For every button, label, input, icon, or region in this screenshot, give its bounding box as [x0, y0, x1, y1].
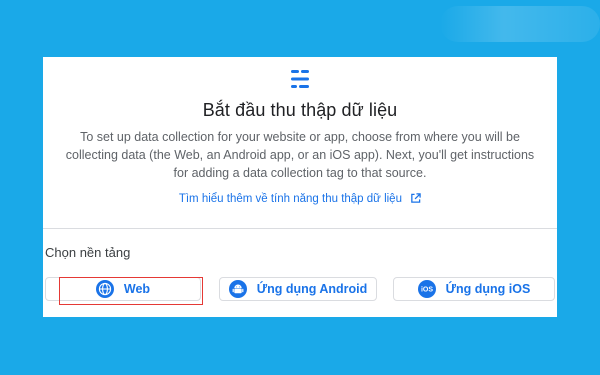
data-streams-icon — [291, 70, 309, 88]
web-platform-button[interactable]: Web — [45, 277, 201, 301]
ios-button-label: Ứng dụng iOS — [445, 282, 531, 296]
globe-icon — [95, 280, 114, 298]
platform-label: Chọn nền tảng — [45, 245, 131, 260]
android-button-label: Ứng dụng Android — [256, 282, 368, 296]
web-button-label: Web — [123, 282, 151, 296]
data-collection-card: Bắt đầu thu thập dữ liệu To set up data … — [43, 57, 557, 317]
open-in-new-icon[interactable] — [410, 193, 421, 204]
dialog-title: Bắt đầu thu thập dữ liệu — [202, 100, 398, 120]
section-divider — [43, 228, 557, 229]
learn-more-row: Tìm hiểu thêm về tính năng thu thập dữ l… — [43, 193, 557, 205]
android-icon — [228, 280, 247, 298]
background-glare — [440, 6, 600, 42]
learn-more-link[interactable]: Tìm hiểu thêm về tính năng thu thập dữ l… — [179, 193, 402, 205]
dialog-description: To set up data collection for your websi… — [65, 130, 535, 180]
android-platform-button[interactable]: Ứng dụng Android — [219, 277, 377, 301]
ios-icon-text: iOS — [421, 287, 433, 294]
ios-icon: iOS — [417, 280, 436, 298]
ios-platform-button[interactable]: iOS Ứng dụng iOS — [393, 277, 555, 301]
